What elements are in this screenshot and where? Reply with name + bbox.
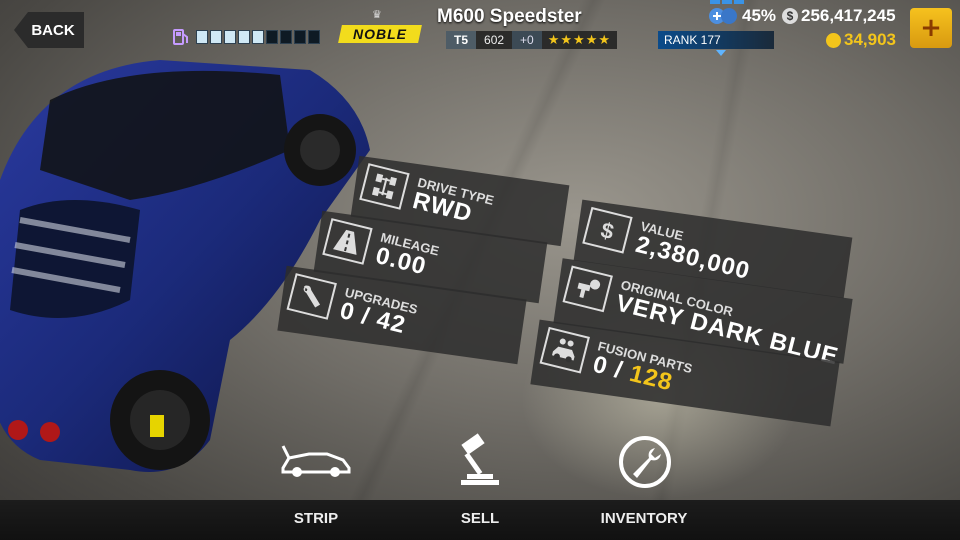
plus-icon: + [920,13,942,43]
wrench-icon [286,273,337,320]
inventory-button[interactable] [595,432,695,492]
car-parts-icon [539,326,590,374]
pp-value: 602 [484,33,505,47]
pp-bonus: +0 [512,31,542,49]
car-open-hood-icon [281,445,351,477]
svg-text:$: $ [598,217,616,244]
sell-button[interactable] [430,432,530,492]
fuel-segment [294,30,306,44]
brand-badge: NOBLE [338,25,422,43]
dollar-sign-icon: $ [582,206,633,254]
fuel-segment [238,30,250,44]
progress-display: 45% [708,6,776,26]
fuel-segment [280,30,292,44]
fuel-pump-icon [173,29,188,45]
strip-label: STRIP [293,510,339,527]
cash-amount: 256,417,245 [801,6,896,25]
gold-coin-icon [826,32,841,48]
rank-bar[interactable]: RANK 177 [658,31,774,49]
fuel-segment [308,30,320,44]
fuel-gauge [172,28,320,46]
crew-icon [709,8,737,24]
fuel-segment [266,30,278,44]
crown-icon: ♛ [372,8,382,21]
star-rating: ★★★★★ [547,32,612,47]
wrench-disc-icon [619,436,671,488]
rank-dropdown-icon [716,50,726,56]
fuel-segment [196,30,208,44]
sell-label: SELL [460,510,500,527]
gavel-icon [461,433,499,485]
fuel-segment [224,30,236,44]
car-tier-bar: T5 602 +0 ★★★★★ [446,31,618,49]
fuel-bar [196,30,320,44]
back-button[interactable]: BACK [14,12,84,48]
road-icon [322,218,373,265]
car-name: M600 Speedster [437,6,582,27]
strip-button[interactable] [265,432,365,482]
fuel-segment [252,30,264,44]
inventory-label: INVENTORY [600,510,688,527]
fuel-segment [210,30,222,44]
gold-display: 34,903 [826,30,896,50]
drivetrain-icon [359,163,410,210]
progress-percent: 45% [742,6,777,25]
progress-segments [710,0,744,4]
tier-badge: T5 [446,31,477,49]
cash-display: $ 256,417,245 [782,6,896,26]
dollar-icon: $ [782,8,798,24]
gold-amount: 34,903 [844,30,896,49]
spray-gun-icon [562,265,613,313]
add-currency-button[interactable]: + [910,8,952,48]
